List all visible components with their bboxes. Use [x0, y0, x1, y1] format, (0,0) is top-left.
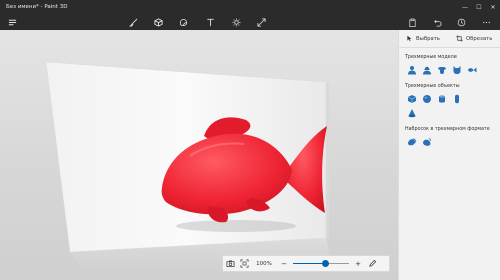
zoom-slider-thumb[interactable]: [321, 260, 329, 267]
select-label: Выбрать: [416, 35, 440, 42]
cube-icon[interactable]: [406, 94, 417, 105]
zoom-percent: 100%: [256, 260, 272, 267]
3d-shapes-panel: Выбрать Обрезать Трехмерные модели Трехм…: [398, 30, 500, 280]
3d-doodle-row: [399, 135, 500, 149]
cone-icon[interactable]: [406, 108, 417, 119]
crop-label: Обрезать: [466, 35, 493, 42]
sphere-icon[interactable]: [421, 94, 432, 105]
zoom-in-button[interactable]: +: [351, 256, 365, 271]
dog-icon[interactable]: [436, 65, 447, 76]
maximize-button[interactable]: ☐: [472, 0, 486, 14]
3d-shapes-icon[interactable]: [153, 17, 163, 27]
3d-scene: [45, 61, 336, 280]
3d-objects-row-1: [399, 92, 500, 106]
brush-icon[interactable]: [128, 17, 138, 27]
fit-view-icon[interactable]: [237, 256, 251, 271]
sharp-doodle-icon[interactable]: [406, 137, 417, 148]
man-icon[interactable]: [406, 65, 417, 76]
section-title-3d-models: Трехмерные модели: [405, 55, 457, 60]
cat-icon[interactable]: [451, 65, 462, 76]
canvas-area[interactable]: [0, 30, 398, 280]
window-title: Без имени* - Paint 3D: [6, 4, 68, 10]
camera-icon[interactable]: [223, 256, 237, 271]
minimize-button[interactable]: —: [458, 0, 472, 14]
cylinder-icon[interactable]: [436, 94, 447, 105]
capsule-icon[interactable]: [451, 94, 462, 105]
main-toolbar: [0, 14, 500, 30]
section-title-3d-doodle: Набросок в трехмерном формате: [405, 127, 490, 132]
select-button[interactable]: Выбрать: [399, 35, 449, 42]
cursor-icon: [407, 35, 412, 42]
zoom-out-button[interactable]: −: [277, 256, 291, 271]
canvas-icon[interactable]: [256, 17, 266, 27]
zoom-slider[interactable]: [291, 256, 351, 271]
undo-icon[interactable]: [432, 17, 442, 27]
stickers-icon[interactable]: [178, 17, 188, 27]
paste-icon[interactable]: [407, 17, 417, 27]
3d-objects-row-2: [399, 106, 500, 120]
close-button[interactable]: ✕: [486, 0, 500, 14]
zoom-bar: 100% − +: [222, 255, 390, 272]
crop-icon: [456, 35, 463, 42]
history-icon[interactable]: [456, 17, 466, 27]
fish-icon[interactable]: [466, 65, 477, 76]
menu-icon[interactable]: [7, 17, 17, 27]
woman-icon[interactable]: [421, 65, 432, 76]
panel-actions: Выбрать Обрезать: [399, 30, 500, 48]
3d-models-row: [399, 63, 500, 77]
soft-doodle-icon[interactable]: [421, 137, 432, 148]
effects-icon[interactable]: [231, 17, 241, 27]
crop-button[interactable]: Обрезать: [449, 35, 499, 42]
title-bar: Без имени* - Paint 3D — ☐ ✕: [0, 0, 500, 14]
text-icon[interactable]: [205, 17, 215, 27]
section-title-3d-objects: Трехмерные объекты: [405, 84, 460, 89]
more-icon[interactable]: [481, 17, 491, 27]
edit-view-icon[interactable]: [365, 256, 379, 271]
